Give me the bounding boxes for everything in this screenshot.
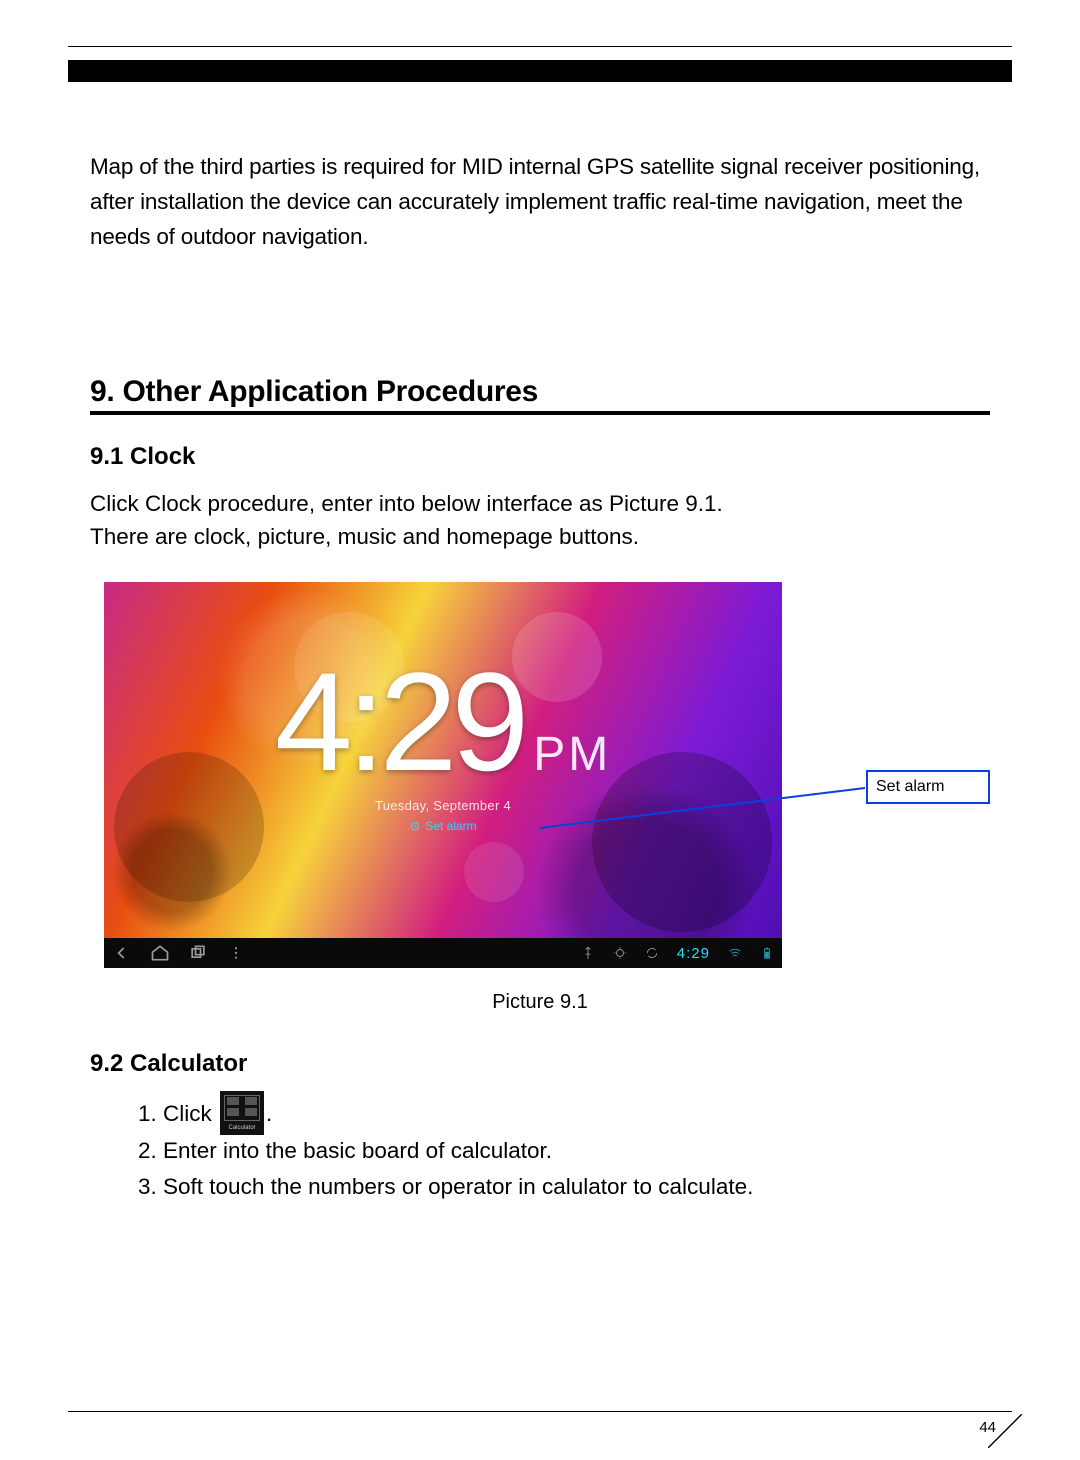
page-top-rule bbox=[68, 46, 1012, 47]
header-black-bar bbox=[68, 60, 1012, 82]
figure-caption: Picture 9.1 bbox=[90, 991, 990, 1014]
calc-step-1-prefix: 1. Click bbox=[138, 1101, 212, 1126]
clock-subheading: 9.1 Clock bbox=[90, 443, 990, 471]
alarm-clock-icon bbox=[409, 820, 421, 832]
figure-9-1: 4:29 PM Tuesday, September 4 Set alarm bbox=[90, 582, 990, 1014]
back-icon[interactable] bbox=[112, 943, 132, 963]
section-heading: 9. Other Application Procedures bbox=[90, 375, 990, 415]
clock-paragraph-line2: There are clock, picture, music and home… bbox=[90, 524, 639, 549]
menu-dots-icon[interactable] bbox=[226, 943, 246, 963]
clock-paragraph-line1: Click Clock procedure, enter into below … bbox=[90, 491, 723, 516]
statusbar-time: 4:29 bbox=[677, 945, 710, 962]
calculator-subheading: 9.2 Calculator bbox=[90, 1050, 990, 1078]
usb-icon bbox=[581, 946, 595, 960]
clock-screenshot: 4:29 PM Tuesday, September 4 Set alarm bbox=[104, 582, 782, 968]
page-footer-rule bbox=[68, 1411, 1012, 1412]
clock-period: PM bbox=[533, 727, 611, 782]
set-alarm-link[interactable]: Set alarm bbox=[409, 819, 476, 833]
home-icon[interactable] bbox=[150, 943, 170, 963]
clock-date: Tuesday, September 4 bbox=[104, 798, 782, 813]
callout-set-alarm: Set alarm bbox=[866, 770, 990, 804]
clock-time-digits: 4:29 bbox=[275, 652, 523, 792]
bokeh-circle bbox=[464, 842, 524, 902]
calc-step-3: 3. Soft touch the numbers or operator in… bbox=[138, 1169, 990, 1205]
page-corner-mark bbox=[988, 1414, 1022, 1448]
calculator-steps: 1. Click Calculator . 2. Enter into the … bbox=[138, 1096, 990, 1205]
calculator-icon-label: Calculator bbox=[220, 1124, 264, 1134]
page-content: Map of the third parties is required for… bbox=[90, 150, 990, 1205]
calculator-app-icon[interactable]: Calculator bbox=[220, 1091, 264, 1135]
callout-label: Set alarm bbox=[876, 778, 944, 796]
android-navbar: 4:29 bbox=[104, 938, 782, 968]
set-alarm-label: Set alarm bbox=[425, 819, 476, 833]
calc-step-1: 1. Click Calculator . bbox=[138, 1096, 990, 1132]
wifi-icon bbox=[728, 946, 742, 960]
intro-paragraph: Map of the third parties is required for… bbox=[90, 150, 990, 255]
battery-icon bbox=[760, 946, 774, 960]
clock-display: 4:29 PM Tuesday, September 4 Set alarm bbox=[104, 652, 782, 837]
clock-paragraph: Click Clock procedure, enter into below … bbox=[90, 487, 990, 555]
sync-icon bbox=[645, 946, 659, 960]
debug-icon bbox=[613, 946, 627, 960]
calc-step-2: 2. Enter into the basic board of calcula… bbox=[138, 1133, 990, 1169]
calc-step-1-suffix: . bbox=[266, 1101, 272, 1126]
recent-apps-icon[interactable] bbox=[188, 943, 208, 963]
